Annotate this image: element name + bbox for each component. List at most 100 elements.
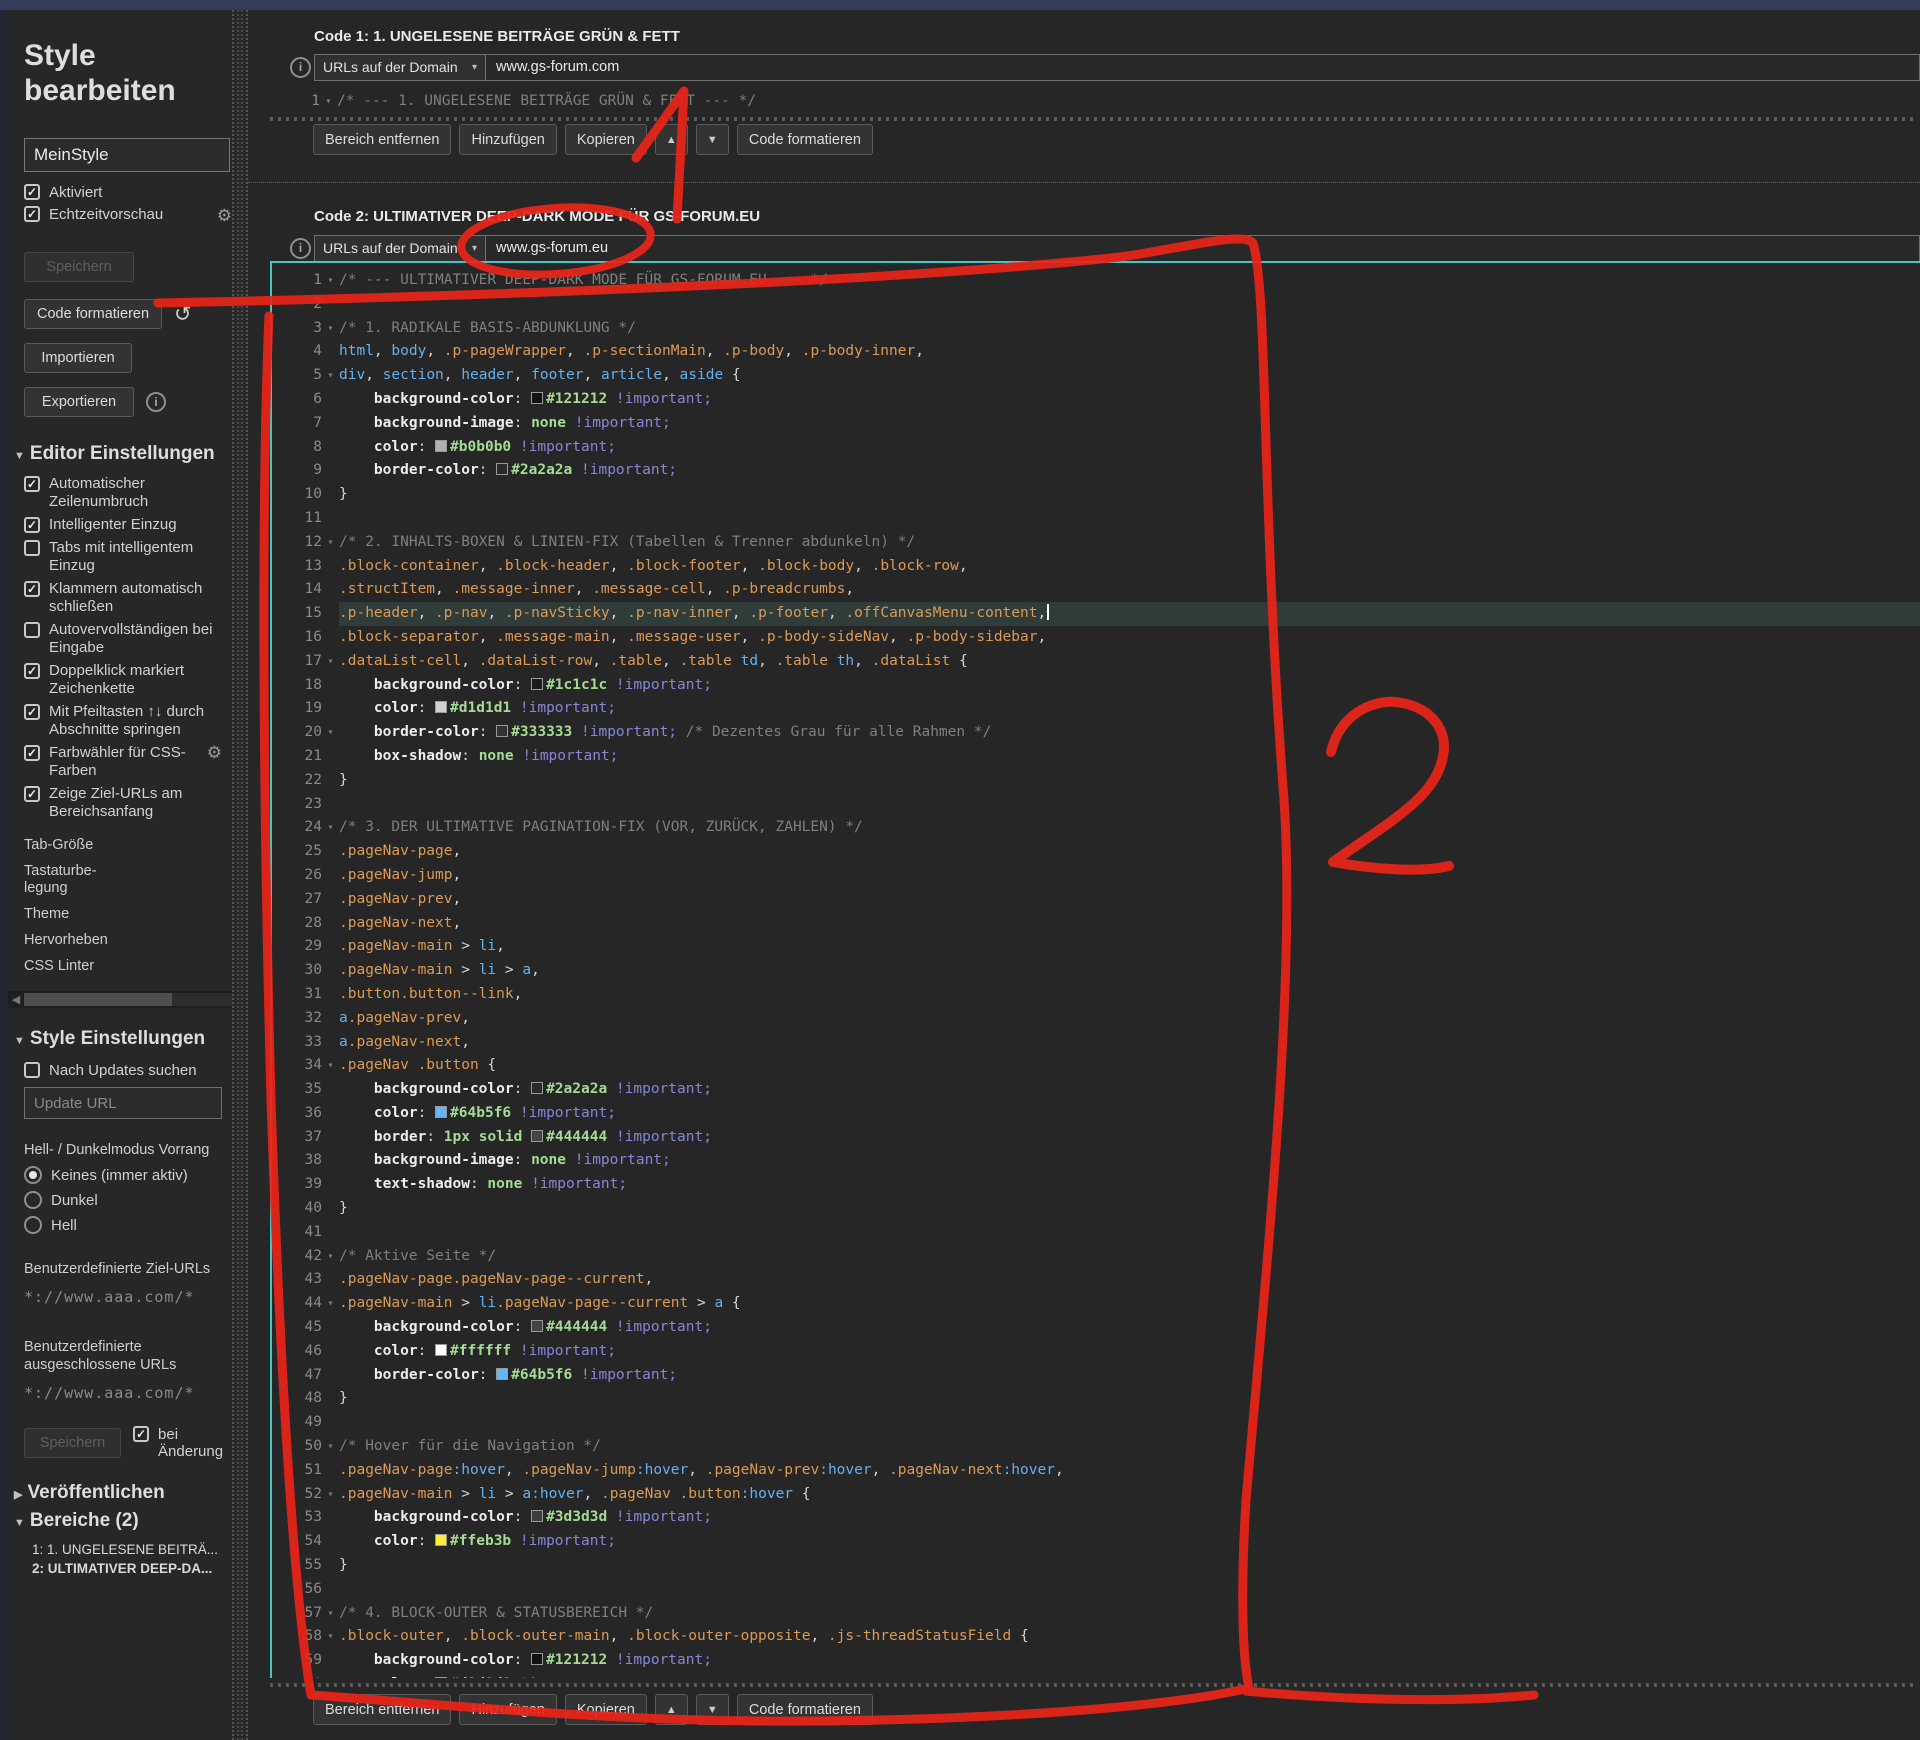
- editor-option-checkbox[interactable]: ✓Automatischer Zeilenumbruch: [24, 475, 222, 511]
- editor-option-checkbox[interactable]: ✓Farbwähler für CSS-Farben⚙: [24, 744, 222, 780]
- line-number: 47: [272, 1364, 322, 1388]
- code1-url-input[interactable]: [486, 54, 1920, 81]
- code1-editor[interactable]: 1▾/* --- 1. UNGELESENE BEITRÄGE GRÜN & F…: [270, 90, 1920, 114]
- fold-arrow-icon[interactable]: ▾: [322, 1054, 339, 1078]
- code-text: /* Aktive Seite */: [339, 1245, 1920, 1269]
- gear-icon[interactable]: ⚙: [207, 744, 222, 762]
- checkbox-icon[interactable]: ✓: [24, 517, 40, 533]
- mode-radio-option[interactable]: Hell: [24, 1216, 232, 1234]
- code2-resize-handle[interactable]: [270, 1682, 1914, 1688]
- section-link[interactable]: 1: 1. UNGELESENE BEITRÄ...: [32, 1540, 232, 1559]
- publish-header[interactable]: ▶Veröffentlichen: [14, 1482, 232, 1504]
- checkbox-icon[interactable]: ✓: [24, 476, 40, 492]
- scroll-left-icon[interactable]: ◀: [8, 993, 24, 1006]
- section-hinzuf-gen-button[interactable]: Hinzufügen: [459, 124, 556, 155]
- editor-option-checkbox[interactable]: ✓Zeige Ziel-URLs am Bereichsanfang: [24, 785, 222, 821]
- section-code-formatieren-button[interactable]: Code formatieren: [737, 1694, 873, 1725]
- section-code-formatieren-button[interactable]: Code formatieren: [737, 124, 873, 155]
- editor-option-checkbox[interactable]: Autovervollständigen bei Eingabe: [24, 621, 222, 657]
- section-hinzuf-gen-button[interactable]: Hinzufügen: [459, 1694, 556, 1725]
- save-settings-button[interactable]: Speichern: [24, 1428, 121, 1458]
- editor-option-checkbox[interactable]: ✓Klammern automatisch schließen: [24, 580, 222, 616]
- fold-arrow-icon[interactable]: ▾: [322, 317, 339, 341]
- panel-splitter[interactable]: [232, 10, 248, 1740]
- code2-apply-dropdown[interactable]: URLs auf der Domain▾: [314, 235, 486, 262]
- code2-editor[interactable]: 1▾/* --- ULTIMATIVER DEEP-DARK MODE FÜR …: [270, 261, 1920, 1678]
- checkbox-icon[interactable]: ✓: [24, 663, 40, 679]
- radio-icon[interactable]: [24, 1166, 42, 1184]
- custom-include-placeholder[interactable]: *://www.aaa.com/*: [24, 1288, 232, 1306]
- info-icon[interactable]: i: [146, 392, 166, 412]
- code1-apply-dropdown[interactable]: URLs auf der Domain▾: [314, 54, 486, 81]
- import-button[interactable]: Importieren: [24, 343, 132, 373]
- code-line: 22}: [272, 769, 1920, 793]
- checkbox-icon[interactable]: ✓: [24, 704, 40, 720]
- fold-arrow-icon: [322, 412, 339, 436]
- checkbox-icon[interactable]: ✓: [24, 206, 40, 222]
- fold-arrow-icon[interactable]: ▾: [322, 816, 339, 840]
- info-icon[interactable]: i: [290, 57, 311, 78]
- checkbox-icon[interactable]: ✓: [133, 1426, 149, 1442]
- checkbox-icon[interactable]: ✓: [24, 745, 40, 761]
- move-down-button[interactable]: ▼: [696, 124, 729, 155]
- fold-arrow-icon[interactable]: ▾: [322, 1625, 339, 1649]
- move-up-button[interactable]: ▲: [655, 124, 688, 155]
- radio-icon[interactable]: [24, 1216, 42, 1234]
- checkbox-icon[interactable]: ✓: [24, 581, 40, 597]
- move-up-button[interactable]: ▲: [655, 1694, 688, 1725]
- code2-url-input[interactable]: [486, 235, 1920, 262]
- undo-icon[interactable]: ↺: [174, 302, 192, 327]
- fold-arrow-icon[interactable]: ▾: [322, 531, 339, 555]
- custom-exclude-placeholder[interactable]: *://www.aaa.com/*: [24, 1384, 232, 1402]
- section-kopieren-button[interactable]: Kopieren: [565, 124, 647, 155]
- scrollbar-track[interactable]: [172, 993, 232, 1006]
- fold-arrow-icon[interactable]: ▾: [322, 1292, 339, 1316]
- mode-radio-option[interactable]: Keines (immer aktiv): [24, 1166, 232, 1184]
- gear-icon[interactable]: ⚙: [217, 206, 232, 226]
- fold-arrow-icon[interactable]: ▾: [322, 721, 339, 745]
- fold-arrow-icon[interactable]: ▾: [322, 364, 339, 388]
- code1-resize-handle[interactable]: [270, 116, 1914, 122]
- fold-arrow-icon[interactable]: ▾: [322, 650, 339, 674]
- editor-option-checkbox[interactable]: ✓Mit Pfeiltasten ↑↓ durch Abschnitte spr…: [24, 703, 222, 739]
- checkbox-icon[interactable]: ✓: [24, 786, 40, 802]
- mode-radio-option[interactable]: Dunkel: [24, 1191, 232, 1209]
- code-text: color: #d1d1d1 !important;: [339, 1673, 1920, 1678]
- style-settings-header[interactable]: ▼Style Einstellungen: [14, 1028, 232, 1050]
- editor-option-checkbox[interactable]: ✓Doppelklick markiert Zeichenkette: [24, 662, 222, 698]
- live-preview-checkbox[interactable]: ✓ Echtzeitvorschau ⚙: [24, 206, 232, 226]
- move-down-button[interactable]: ▼: [696, 1694, 729, 1725]
- fold-arrow-icon[interactable]: ▾: [322, 1483, 339, 1507]
- color-swatch: [531, 392, 543, 404]
- editor-option-checkbox[interactable]: Tabs mit intelligentem Einzug: [24, 539, 222, 575]
- editor-settings-header[interactable]: ▼Editor Einstellungen: [14, 443, 232, 465]
- sidebar: Style bearbeiten ✓ Aktiviert ✓ Echtzeitv…: [8, 10, 232, 1740]
- fold-arrow-icon[interactable]: ▾: [322, 269, 339, 293]
- fold-arrow-icon[interactable]: ▾: [322, 1245, 339, 1269]
- checkbox-icon[interactable]: [24, 540, 40, 556]
- style-name-input[interactable]: [24, 138, 230, 172]
- fold-arrow-icon[interactable]: ▾: [320, 90, 337, 114]
- info-icon[interactable]: i: [290, 238, 311, 259]
- sidebar-horizontal-scrollbar[interactable]: ◀: [8, 991, 232, 1008]
- sections-header[interactable]: ▼Bereiche (2): [14, 1510, 232, 1532]
- checkbox-icon[interactable]: [24, 622, 40, 638]
- enabled-checkbox[interactable]: ✓ Aktiviert: [24, 184, 232, 201]
- radio-icon[interactable]: [24, 1191, 42, 1209]
- checkbox-icon[interactable]: [24, 1062, 40, 1078]
- section-bereich-entfernen-button[interactable]: Bereich entfernen: [313, 1694, 451, 1725]
- fold-arrow-icon[interactable]: ▾: [322, 1435, 339, 1459]
- format-code-button[interactable]: Code formatieren: [24, 299, 162, 329]
- scrollbar-thumb[interactable]: [24, 993, 172, 1006]
- update-url-input[interactable]: [24, 1087, 222, 1119]
- save-button[interactable]: Speichern: [24, 252, 134, 282]
- check-updates-checkbox[interactable]: Nach Updates suchen: [24, 1062, 232, 1079]
- section-bereich-entfernen-button[interactable]: Bereich entfernen: [313, 124, 451, 155]
- section-kopieren-button[interactable]: Kopieren: [565, 1694, 647, 1725]
- checkbox-icon[interactable]: ✓: [24, 184, 40, 200]
- fold-arrow-icon[interactable]: ▾: [322, 1602, 339, 1626]
- section-link[interactable]: 2: ULTIMATIVER DEEP-DA...: [32, 1559, 232, 1578]
- editor-option-checkbox[interactable]: ✓Intelligenter Einzug: [24, 516, 222, 534]
- on-change-checkbox[interactable]: ✓ bei Änderung: [133, 1426, 232, 1460]
- export-button[interactable]: Exportieren: [24, 387, 134, 417]
